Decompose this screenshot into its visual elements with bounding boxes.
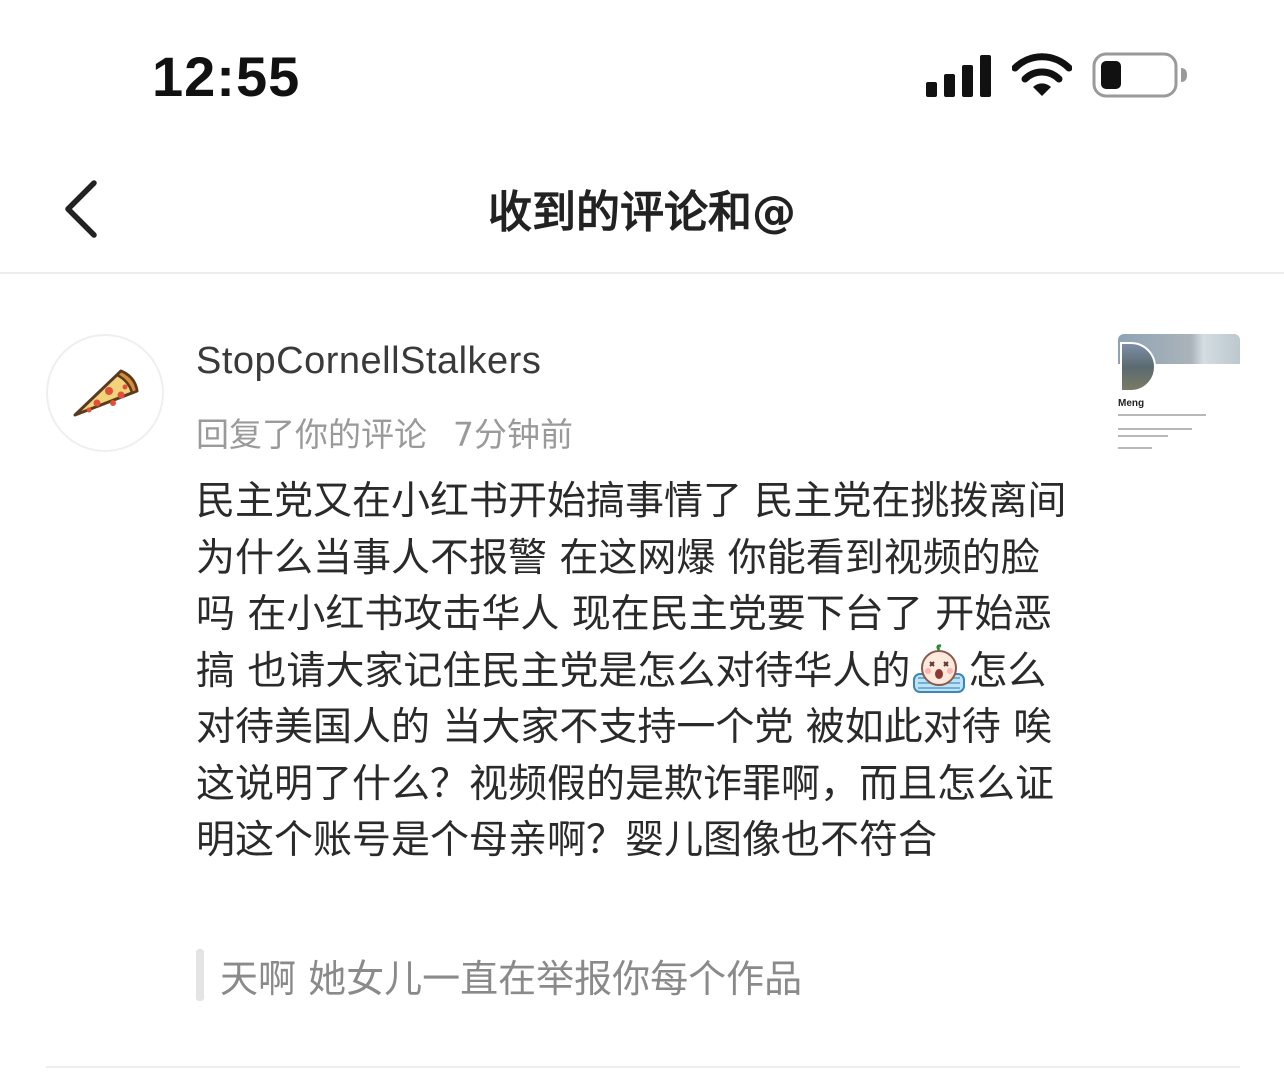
avatar[interactable] [46,334,164,452]
cellular-signal-icon [926,55,991,97]
divider [46,1066,1240,1068]
quoted-comment[interactable]: 天啊 她女儿一直在举报你每个作品 [196,948,1096,1002]
comment-username[interactable]: StopCornellStalkers [196,340,541,383]
nav-bar: 收到的评论和@ [0,150,1284,274]
battery-icon [1092,52,1187,98]
thumbnail-text-line [1118,428,1192,430]
post-thumbnail[interactable]: Meng [1118,334,1240,456]
comment-time: 7分钟前 [453,415,573,454]
wifi-icon [1012,53,1072,96]
pizza-icon [73,369,139,417]
page-title: 收到的评论和@ [488,187,796,238]
comment-list-item[interactable]: StopCornellStalkers 回复了你的评论 7分钟前 民主党又在小红书… [0,276,1284,1068]
thumbnail-text-line [1118,414,1206,416]
status-time: 12:55 [152,45,301,108]
comment-action: 回复了你的评论 [196,415,427,454]
thumbnail-text-line [1118,435,1168,437]
thumbnail-text-line [1118,447,1152,449]
thumbnail-name: Meng [1118,398,1145,409]
comment-meta: 回复了你的评论 7分钟前 [196,408,573,456]
quote-bar [196,949,204,1001]
quoted-comment-text: 天啊 她女儿一直在举报你每个作品 [220,956,803,1001]
comment-body: 民主党又在小红书开始搞事情了 民主党在挑拨离间 为什么当事人不报警 在这网爆 你… [196,474,1076,870]
crying-face-emoji-icon [913,643,966,693]
status-bar: 12:55 [0,0,1284,150]
